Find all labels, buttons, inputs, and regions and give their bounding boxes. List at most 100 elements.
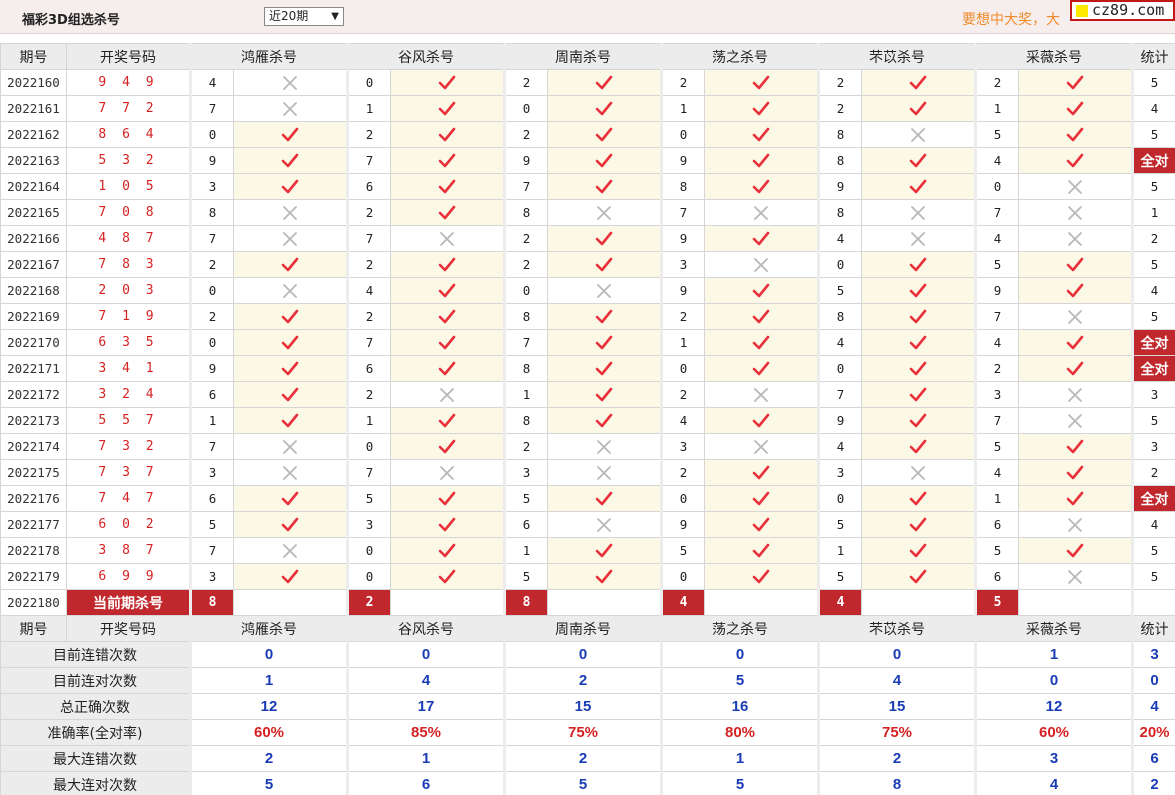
cross-icon xyxy=(1068,205,1082,220)
kill-number-cell: 0 xyxy=(818,355,862,382)
result-hit-cell xyxy=(233,329,349,356)
table-row: 2022160 9 4 94 0 2 2 2 2 5 xyxy=(0,69,1175,96)
kill-number-cell: 2 xyxy=(347,381,391,408)
kill-number-cell: 4 xyxy=(975,147,1019,174)
check-icon xyxy=(909,75,927,89)
table-row: 2022163 5 3 2 9 7 9 9 8 4 全对 xyxy=(0,147,1175,174)
kill-number-cell: 3 xyxy=(190,563,234,590)
summary-value: 3 xyxy=(975,745,1134,772)
kill-number-cell: 5 xyxy=(190,511,234,538)
table-row: 2022165 7 0 88287871 xyxy=(0,199,1175,226)
summary-value: 8 xyxy=(818,771,977,795)
summary-value: 60% xyxy=(975,719,1134,746)
kill-number-cell: 1 xyxy=(661,95,705,122)
check-icon xyxy=(752,179,770,193)
result-hit-cell xyxy=(390,433,506,460)
summary-value: 1 xyxy=(975,641,1134,668)
table-row: 2022178 3 8 77 0 1 5 1 5 5 xyxy=(0,537,1175,564)
check-icon xyxy=(909,361,927,375)
kill-number-cell: 8 xyxy=(661,173,705,200)
summary-value: 2 xyxy=(504,667,663,694)
kill-number-cell: 7 xyxy=(347,329,391,356)
kill-number-cell: 2 xyxy=(190,251,234,278)
column-header-expert: 采薇杀号 xyxy=(975,43,1134,70)
table-row: 2022179 6 9 93 0 5 0 5 6 5 xyxy=(0,563,1175,590)
result-miss-cell xyxy=(1018,199,1134,226)
result-hit-cell xyxy=(233,407,349,434)
site-badge[interactable]: cz89.com xyxy=(1070,0,1175,21)
result-hit-cell xyxy=(704,147,820,174)
kill-number-cell: 2 xyxy=(818,69,862,96)
result-hit-cell xyxy=(233,485,349,512)
kill-number-cell: 2 xyxy=(347,251,391,278)
result-hit-cell xyxy=(390,511,506,538)
period-cell: 2022164 xyxy=(0,173,67,200)
summary-row: 最大连错次数 2 1 2 1 2 3 6 xyxy=(0,745,1175,772)
cross-icon xyxy=(1068,387,1082,402)
period-cell: 2022166 xyxy=(0,225,67,252)
period-cell: 2022175 xyxy=(0,459,67,486)
table-row: 2022162 8 6 40220855 xyxy=(0,121,1175,148)
kill-number-cell: 2 xyxy=(504,251,548,278)
check-icon xyxy=(438,439,456,453)
result-hit-cell xyxy=(704,407,820,434)
summary-value: 0 xyxy=(347,641,506,668)
cross-icon xyxy=(754,387,768,402)
kill-number-cell: 2 xyxy=(661,459,705,486)
check-icon xyxy=(281,517,299,531)
check-icon xyxy=(438,257,456,271)
cross-icon xyxy=(1068,517,1082,532)
check-icon xyxy=(438,361,456,375)
kill-number-cell: 0 xyxy=(190,329,234,356)
result-hit-cell xyxy=(390,199,506,226)
draw-number-cell: 7 0 8 xyxy=(66,199,192,226)
result-hit-cell xyxy=(704,121,820,148)
page-title: 福彩3D组选杀号 xyxy=(22,13,120,28)
check-icon xyxy=(595,153,613,167)
result-hit-cell xyxy=(547,537,663,564)
kill-number-cell: 2 xyxy=(504,225,548,252)
result-hit-cell xyxy=(861,95,977,122)
summary-value: 5 xyxy=(661,667,820,694)
kill-number-cell: 4 xyxy=(975,225,1019,252)
stat-cell: 1 xyxy=(1132,199,1175,226)
check-icon xyxy=(752,543,770,557)
draw-number-cell: 3 2 4 xyxy=(66,381,192,408)
result-hit-cell xyxy=(861,381,977,408)
kill-number-cell: 0 xyxy=(818,485,862,512)
table-row: 2022172 3 2 46 2 1 2 7 3 3 xyxy=(0,381,1175,408)
check-icon xyxy=(438,205,456,219)
kill-number-cell: 6 xyxy=(347,173,391,200)
period-cell: 2022160 xyxy=(0,69,67,96)
check-icon xyxy=(281,153,299,167)
result-hit-cell xyxy=(233,511,349,538)
kill-number-cell: 5 xyxy=(975,121,1019,148)
draw-number-cell: 7 4 7 xyxy=(66,485,192,512)
cross-icon xyxy=(597,439,611,454)
result-hit-cell xyxy=(233,563,349,590)
kill-number-cell: 5 xyxy=(818,563,862,590)
check-icon xyxy=(1066,75,1084,89)
check-icon xyxy=(281,257,299,271)
draw-number-cell: 6 9 9 xyxy=(66,563,192,590)
table-row: 2022174 7 3 27 0 2 3 4 5 3 xyxy=(0,433,1175,460)
draw-number-cell: 8 6 4 xyxy=(66,121,192,148)
period-select[interactable]: 近20期 ▼ xyxy=(264,7,344,26)
summary-stat-value: 4 xyxy=(1132,693,1175,720)
current-blank-cell xyxy=(233,589,349,616)
result-hit-cell xyxy=(1018,459,1134,486)
result-hit-cell xyxy=(1018,277,1134,304)
stat-cell: 5 xyxy=(1132,121,1175,148)
check-icon xyxy=(595,231,613,245)
period-cell: 2022178 xyxy=(0,537,67,564)
table-row: 2022177 6 0 25369564 xyxy=(0,511,1175,538)
check-icon xyxy=(909,387,927,401)
column-header-expert: 谷风杀号 xyxy=(347,615,506,642)
kill-number-cell: 4 xyxy=(347,277,391,304)
result-miss-cell xyxy=(233,69,349,96)
draw-number-cell: 7 3 7 xyxy=(66,459,192,486)
check-icon xyxy=(438,153,456,167)
summary-stat-value: 3 xyxy=(1132,641,1175,668)
column-header-expert: 鸿雁杀号 xyxy=(190,43,349,70)
check-icon xyxy=(909,101,927,115)
